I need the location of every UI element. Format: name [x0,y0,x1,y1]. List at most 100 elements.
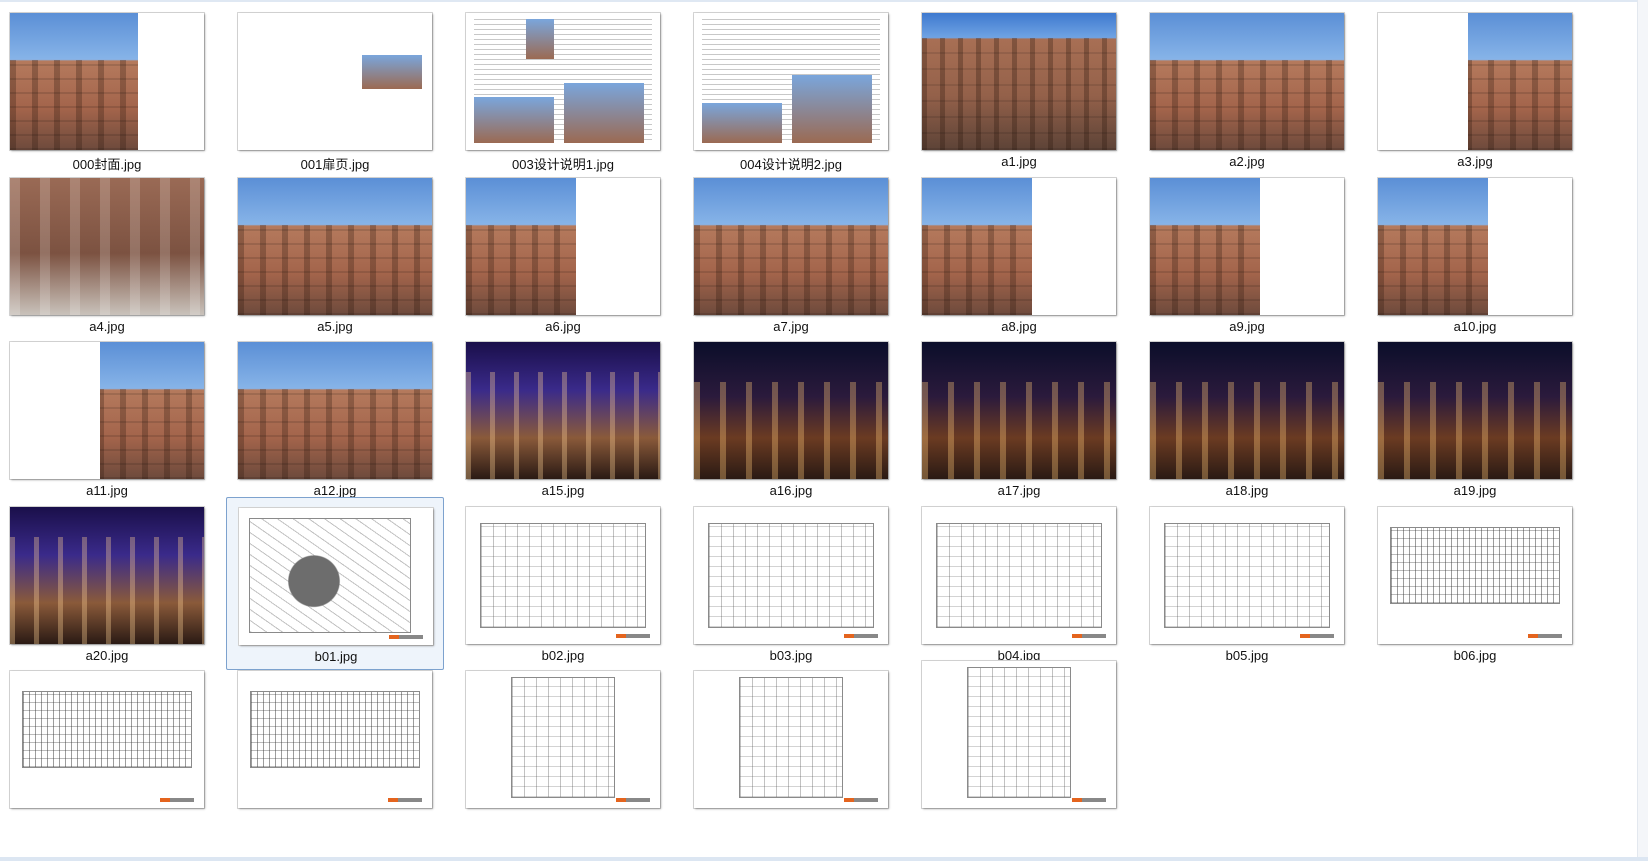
thumbnail-image [694,13,888,150]
photo-texture [1150,382,1344,479]
file-thumbnail-item[interactable]: 004设计说明2.jpg [682,3,900,176]
thumbnail-image [10,177,204,315]
title-photo-collage [362,55,422,89]
thumbnail-image [466,671,660,808]
file-thumbnail-item[interactable]: 003设计说明1.jpg [454,3,672,176]
file-thumbnail-item[interactable]: a9.jpg [1138,168,1356,341]
file-thumbnail-item[interactable]: b05.jpg [1138,497,1356,670]
thumbnail-image [922,13,1116,150]
photo-texture [238,224,432,315]
photo-texture [922,382,1116,479]
file-thumbnail-item[interactable]: a4.jpg [0,168,216,341]
document-photo [564,83,644,143]
file-thumbnail-item[interactable]: a16.jpg [682,332,900,505]
firm-logo-icon [616,798,650,802]
file-thumbnail-item[interactable]: b04.jpg [910,497,1128,670]
architectural-drawing [936,522,1102,628]
thumbnail-image [238,671,432,808]
file-thumbnail-item[interactable]: a6.jpg [454,168,672,341]
file-thumbnail-item[interactable] [0,661,216,834]
file-thumbnail-item[interactable]: a7.jpg [682,168,900,341]
white-text-panel [10,342,100,479]
firm-logo-icon [160,798,194,802]
thumbnail-image [922,661,1116,808]
file-thumbnail-item[interactable]: b06.jpg [1366,497,1584,670]
file-thumbnail-item[interactable]: a10.jpg [1366,168,1584,341]
file-name-label: a12.jpg [313,483,357,498]
architectural-drawing [250,691,420,768]
file-thumbnail-item[interactable]: a3.jpg [1366,3,1584,176]
file-thumbnail-item[interactable]: a20.jpg [0,497,216,670]
thumbnail-image [1378,342,1572,479]
file-thumbnail-item[interactable]: a12.jpg [226,332,444,505]
document-photo [702,103,782,143]
thumbnail-image [694,506,888,644]
thumbnail-image [10,671,204,808]
thumbnail-image [238,13,432,150]
window-top-edge [0,0,1648,2]
firm-logo-icon [1528,633,1562,638]
photo-texture [694,382,888,479]
file-thumbnail-item[interactable]: b03.jpg [682,497,900,670]
file-thumbnail-item[interactable] [454,661,672,834]
file-thumbnail-item[interactable] [682,661,900,834]
firm-logo-icon [1072,633,1106,638]
architectural-drawing [1390,526,1560,604]
architectural-drawing [967,667,1071,798]
file-thumbnail-item[interactable]: 000封面.jpg [0,3,216,176]
thumbnail-image [694,671,888,808]
thumbnail-image [694,177,888,315]
photo-texture [466,372,660,479]
firm-logo-icon [1300,633,1334,638]
thumbnail-image [922,177,1116,315]
firm-logo-icon [388,798,422,802]
file-thumbnail-item[interactable] [910,661,1128,834]
thumbnail-image [1150,342,1344,479]
white-text-panel [576,177,660,315]
firm-logo-icon [616,633,650,638]
document-photo [526,19,554,59]
file-thumbnail-item[interactable]: 001扉页.jpg [226,3,444,176]
thumbnail-image [1378,177,1572,315]
file-thumbnail-item[interactable]: b02.jpg [454,497,672,670]
file-thumbnail-item[interactable]: a5.jpg [226,168,444,341]
photo-texture [694,224,888,315]
photo-texture [10,177,204,315]
file-thumbnail-item[interactable]: b01.jpg [226,496,444,670]
thumbnail-image [238,342,432,479]
photo-texture [1378,382,1572,479]
thumbnail-image [466,506,660,644]
architectural-drawing [22,691,192,768]
architectural-drawing [1164,522,1330,628]
thumbnail-image [694,342,888,479]
thumbnail-image [1378,13,1572,150]
firm-logo-icon [389,634,423,639]
white-text-panel [1378,13,1468,150]
thumbnail-image [466,13,660,150]
file-thumbnail-item[interactable] [226,661,444,834]
file-thumbnail-item[interactable]: a8.jpg [910,168,1128,341]
white-text-panel [1260,177,1344,315]
architectural-drawing [511,677,615,798]
file-thumbnail-item[interactable]: a18.jpg [1138,332,1356,505]
file-thumbnail-item[interactable]: a2.jpg [1138,3,1356,176]
file-thumbnail-item[interactable]: a1.jpg [910,3,1128,176]
file-thumbnail-item[interactable]: a19.jpg [1366,332,1584,505]
thumbnail-image [10,13,204,150]
thumbnail-image [1150,506,1344,644]
thumbnail-image [466,177,660,315]
photo-texture [10,536,204,644]
white-text-panel [1032,177,1116,315]
thumbnail-image [10,506,204,644]
window-bottom-edge [0,857,1648,861]
file-name-label: b05.jpg [1225,647,1269,663]
thumbnail-image [1150,177,1344,315]
firm-logo-icon [844,633,878,638]
file-thumbnail-item[interactable]: a17.jpg [910,332,1128,505]
file-thumbnail-item[interactable]: a15.jpg [454,332,672,505]
architectural-drawing [480,522,646,628]
firm-logo-icon [844,798,878,802]
vertical-scrollbar[interactable] [1637,0,1648,861]
file-thumbnail-item[interactable]: a11.jpg [0,332,216,505]
thumbnail-image [466,342,660,479]
